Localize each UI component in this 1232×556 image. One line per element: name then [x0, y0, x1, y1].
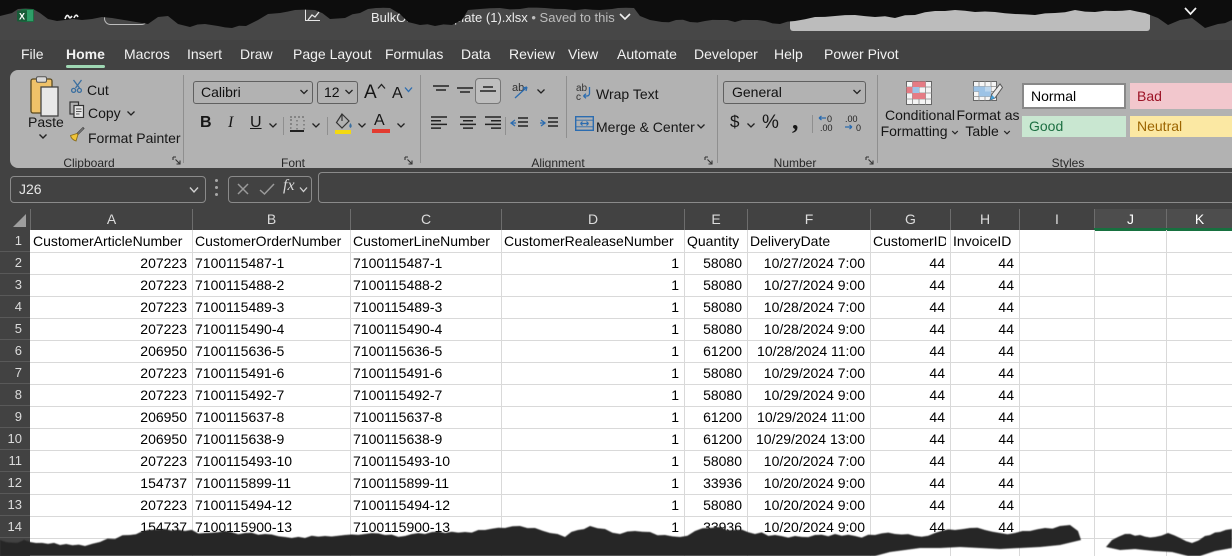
- svg-text:X: X: [19, 12, 25, 22]
- svg-text:.00: .00: [820, 123, 833, 132]
- svg-text:c: c: [576, 92, 581, 101]
- svg-text:ab: ab: [512, 82, 524, 94]
- svg-text:0: 0: [856, 123, 861, 132]
